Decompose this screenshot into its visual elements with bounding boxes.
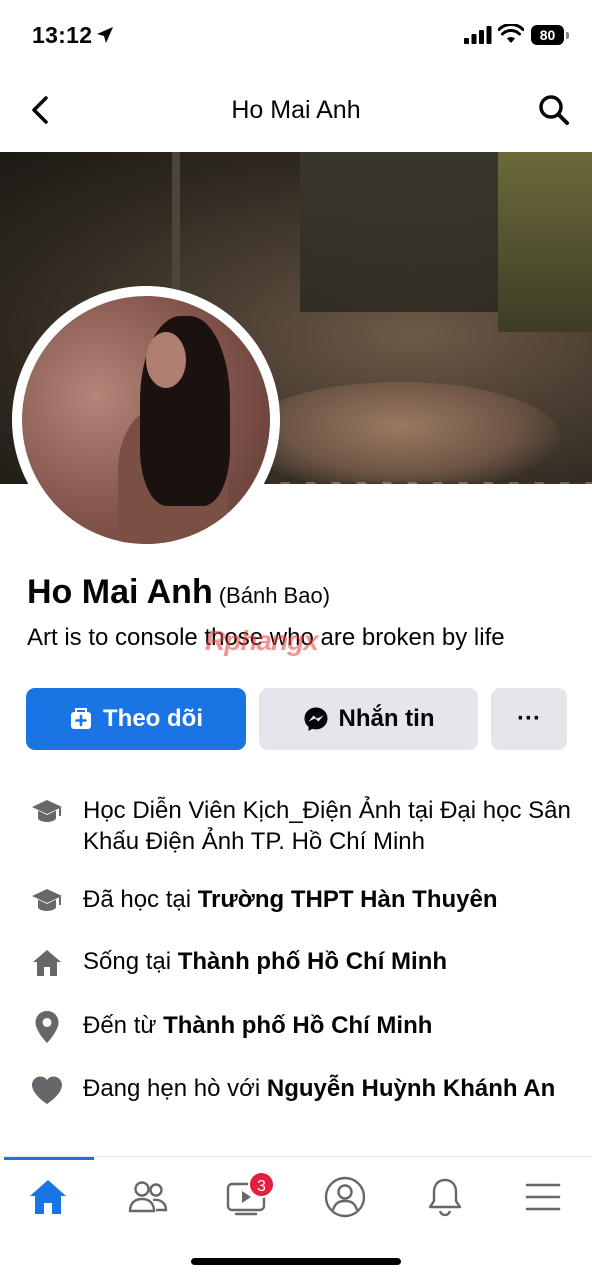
cellular-signal-icon [464, 26, 492, 44]
active-tab-indicator [4, 1157, 94, 1160]
watermark: Rphangx [205, 625, 319, 656]
graduation-cap-icon [30, 795, 64, 829]
battery-level: 80 [531, 25, 564, 45]
watch-notification-badge: 3 [248, 1171, 275, 1198]
location-pin-icon [30, 1010, 64, 1044]
profile-alternate-name: (Bánh Bao) [218, 583, 331, 608]
message-button-label: Nhắn tin [338, 705, 435, 732]
detail-text: Đến từ Thành phố Hồ Chí Minh [83, 1012, 433, 1039]
house-icon [30, 946, 64, 980]
follow-button-label: Theo dõi [103, 705, 203, 732]
status-bar: 13:12 80 [0, 0, 592, 72]
detail-text: Đã học tại Trường THPT Hàn Thuyên [83, 886, 498, 913]
profile-avatar[interactable] [12, 286, 280, 554]
follow-button[interactable]: Theo dõi [26, 688, 246, 750]
status-time: 13:12 [32, 22, 93, 48]
tab-menu[interactable] [521, 1175, 565, 1219]
friends-icon [128, 1181, 168, 1213]
tab-home[interactable] [26, 1175, 70, 1219]
graduation-cap-icon [30, 884, 64, 918]
partner-link[interactable]: Nguyễn Huỳnh Khánh An [267, 1075, 555, 1102]
profile-name-row: Ho Mai Anh (Bánh Bao) [27, 573, 330, 612]
page-title: Ho Mai Anh [231, 96, 361, 124]
search-button[interactable] [534, 92, 574, 128]
bottom-tab-bar [0, 1156, 592, 1242]
messenger-icon [304, 707, 327, 731]
location-arrow-icon [97, 27, 113, 43]
hamburger-menu-icon [525, 1183, 561, 1211]
more-dots-icon: ··· [517, 705, 541, 732]
more-options-button[interactable]: ··· [491, 688, 567, 750]
search-icon [539, 95, 569, 125]
battery-icon: 80 [531, 25, 569, 45]
bell-icon [428, 1178, 462, 1217]
home-icon [30, 1180, 66, 1214]
wifi-icon [498, 24, 524, 43]
hometown-link[interactable]: Thành phố Hồ Chí Minh [163, 1012, 432, 1039]
message-button[interactable]: Nhắn tin [259, 688, 478, 750]
tab-notifications[interactable] [423, 1175, 467, 1219]
detail-text: Đang hẹn hò với Nguyễn Huỳnh Khánh An [83, 1075, 556, 1102]
heart-icon [30, 1073, 64, 1107]
tab-profile[interactable] [323, 1175, 367, 1219]
follow-plus-icon [71, 708, 91, 729]
detail-text: Sống tại Thành phố Hồ Chí Minh [83, 948, 448, 975]
profile-icon [324, 1176, 366, 1218]
tab-friends[interactable] [126, 1175, 170, 1219]
school-link[interactable]: Trường THPT Hàn Thuyên [198, 886, 498, 913]
nav-header: Ho Mai Anh [0, 80, 592, 140]
detail-text: Học Diễn Viên Kịch_Điện Ảnh tại Đại học … [83, 797, 571, 855]
profile-name: Ho Mai Anh [27, 573, 213, 611]
current-city-link[interactable]: Thành phố Hồ Chí Minh [178, 948, 447, 975]
home-indicator[interactable] [191, 1258, 401, 1265]
